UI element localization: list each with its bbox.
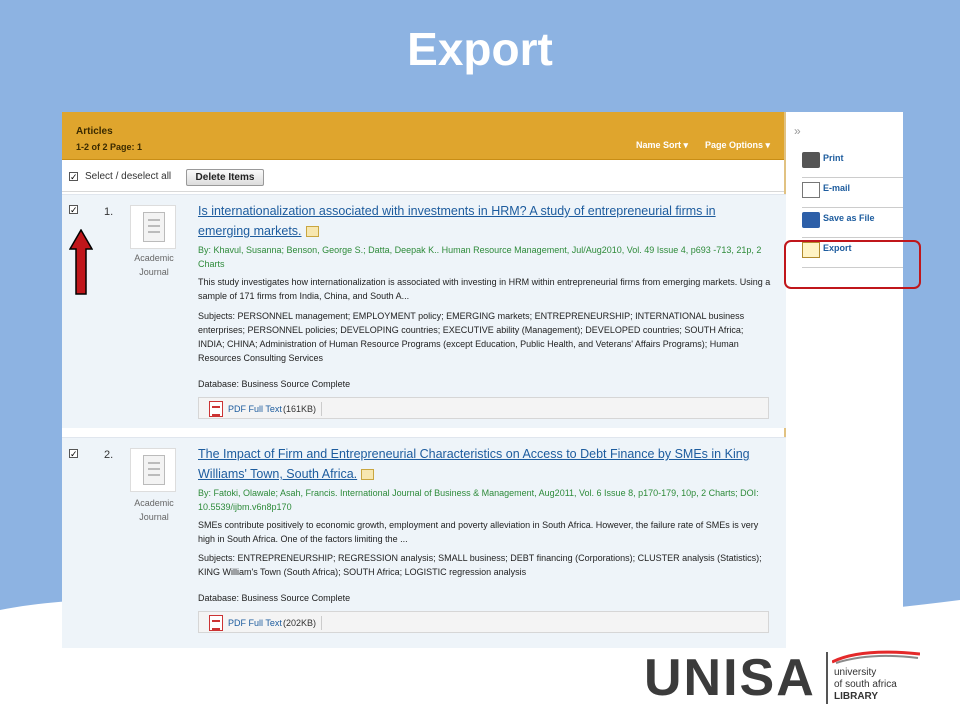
pdf-icon (209, 615, 223, 631)
logo-subtitle: university of south africa LIBRARY (834, 667, 897, 702)
result-2-database: Database: Business Source Complete (198, 593, 351, 603)
result-2-byline: By: Fatoki, Olawale; Asah, Francis. Inte… (198, 488, 759, 512)
result-item-1: ✓ 1. Academic Journal Is internationaliza… (62, 194, 786, 428)
pdf-full-text-link[interactable]: PDF Full Text (228, 618, 282, 628)
sidebar-item-label: E-mail (823, 183, 851, 193)
results-title: Articles (76, 126, 113, 137)
result-1-checkbox[interactable]: ✓ (69, 205, 78, 215)
journal-thumbnail-icon (130, 448, 176, 492)
result-2-number: 2. (104, 449, 114, 461)
logo-swoosh-icon (832, 650, 920, 664)
name-sort-menu[interactable]: Name Sort ▾ (636, 140, 688, 151)
up-arrow-icon (69, 229, 93, 295)
pdf-size: (202KB) (283, 618, 317, 628)
slide-title: Export (407, 23, 553, 75)
collapse-sidebar-icon[interactable]: » (794, 124, 801, 138)
result-1-database: Database: Business Source Complete (198, 379, 351, 389)
logo-divider (826, 652, 828, 704)
result-1-title-link[interactable]: Is internationalization associated with … (198, 201, 758, 241)
result-1-fulltext-bar: PDF Full Text (161KB) (198, 397, 769, 419)
email-icon (802, 182, 820, 198)
pdf-full-text-link[interactable]: PDF Full Text (228, 404, 282, 414)
divider (321, 616, 322, 630)
preview-magnifier-icon[interactable] (361, 469, 375, 481)
tools-sidebar: » Print E-mail Save as File Export (788, 112, 903, 648)
result-item-2: ✓ 2. Academic Journal The Impact of Firm … (62, 437, 786, 648)
result-1-type: Academic Journal (134, 253, 174, 277)
result-1-subjects: Subjects: PERSONNEL management; EMPLOYME… (198, 311, 745, 363)
preview-magnifier-icon[interactable] (305, 226, 319, 238)
database-screenshot: Articles 1-2 of 2 Page: 1 Name Sort ▾ Pa… (62, 112, 903, 648)
pdf-size: (161KB) (283, 404, 317, 414)
result-2-fulltext-bar: PDF Full Text (202KB) (198, 611, 769, 633)
sidebar-item-label: Save as File (823, 213, 875, 223)
page-options-menu[interactable]: Page Options ▾ (705, 140, 770, 151)
sidebar-item-email[interactable]: E-mail (802, 180, 903, 208)
save-icon (802, 212, 820, 228)
result-2-title-link[interactable]: The Impact of Firm and Entrepreneurial C… (198, 444, 758, 484)
sidebar-item-print[interactable]: Print (802, 150, 903, 178)
result-2-abstract: SMEs contribute positively to economic g… (198, 520, 759, 544)
result-1-number: 1. (104, 206, 114, 218)
sidebar-item-save-as-file[interactable]: Save as File (802, 210, 903, 238)
results-toolbar: ✓ Select / deselect all Delete Items (62, 160, 784, 192)
pdf-icon (209, 401, 223, 417)
sidebar-item-label: Print (823, 153, 844, 163)
results-summary: 1-2 of 2 Page: 1 (76, 142, 143, 152)
results-header: Articles 1-2 of 2 Page: 1 Name Sort ▾ Pa… (62, 112, 784, 160)
select-all-checkbox[interactable]: ✓ (69, 172, 78, 182)
result-1-abstract: This study investigates how internationa… (198, 277, 771, 301)
result-2-checkbox[interactable]: ✓ (69, 449, 78, 459)
result-2-subjects: Subjects: ENTREPRENEURSHIP; REGRESSION a… (198, 553, 762, 577)
result-2-type: Academic Journal (134, 498, 174, 522)
export-highlight-box (784, 240, 921, 289)
divider (321, 402, 322, 416)
printer-icon (802, 152, 820, 168)
select-all-label: Select / deselect all (85, 171, 172, 182)
delete-items-button[interactable]: Delete Items (186, 169, 264, 186)
logo-wordmark: UNISA (644, 649, 816, 707)
result-1-byline: By: Khavul, Susanna; Benson, George S.; … (198, 245, 762, 269)
unisa-library-logo: UNISA university of south africa LIBRARY (644, 648, 924, 714)
results-panel: Articles 1-2 of 2 Page: 1 Name Sort ▾ Pa… (62, 112, 786, 648)
journal-thumbnail-icon (130, 205, 176, 249)
